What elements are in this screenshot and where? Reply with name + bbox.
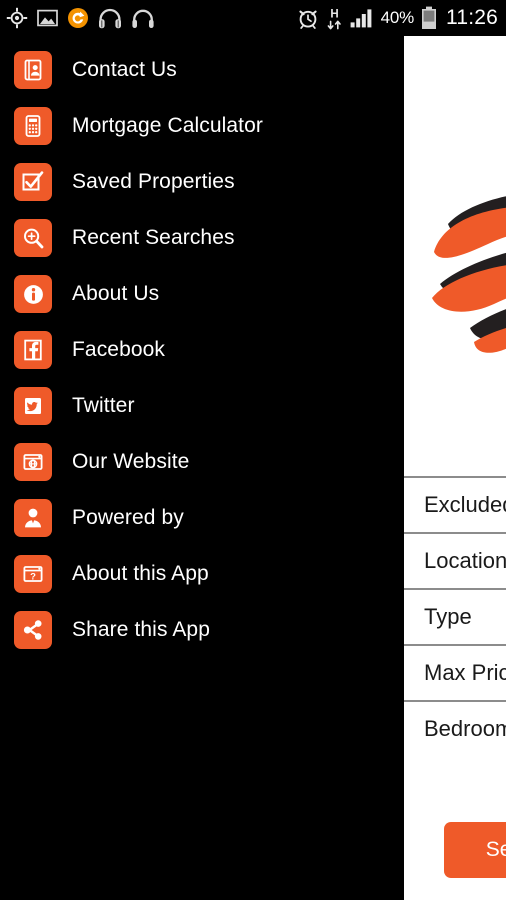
drawer-item-label: Share this App xyxy=(72,618,210,641)
drawer-item-recent-searches[interactable]: Recent Searches xyxy=(0,210,404,266)
form-field-type[interactable]: Type xyxy=(404,588,506,644)
form-field-label: Max Price xyxy=(424,660,506,685)
alarm-clock-icon xyxy=(297,7,319,29)
battery-percent-label: 40% xyxy=(380,8,415,27)
svg-text:H: H xyxy=(330,8,338,20)
clock-label: 11:26 xyxy=(446,6,498,29)
form-field-excluded[interactable]: Excluded xyxy=(404,476,506,532)
form-field-location[interactable]: Location xyxy=(404,532,506,588)
browser-globe-icon xyxy=(14,443,52,481)
battery-icon xyxy=(421,6,437,30)
drawer-item-facebook[interactable]: Facebook xyxy=(0,322,404,378)
form-field-bedrooms[interactable]: Bedrooms xyxy=(404,700,506,756)
form-field-label: Excluded xyxy=(424,492,506,517)
status-bar-left-icons xyxy=(6,7,155,29)
browser-question-icon: ? xyxy=(14,555,52,593)
main-content-panel: Excluded Location Type Max Price Bedroom… xyxy=(404,36,506,900)
drawer-item-share-this-app[interactable]: Share this App xyxy=(0,602,404,658)
drawer-item-label: Saved Properties xyxy=(72,170,235,193)
search-button[interactable]: Search xyxy=(444,822,506,878)
signal-bars-icon xyxy=(350,8,374,28)
drawer-item-about-us[interactable]: About Us xyxy=(0,266,404,322)
form-field-label: Bedrooms xyxy=(424,716,506,741)
person-icon xyxy=(14,499,52,537)
calculator-icon xyxy=(14,107,52,145)
share-nodes-icon xyxy=(14,611,52,649)
drawer-item-contact-us[interactable]: Contact Us xyxy=(0,42,404,98)
drawer-item-label: Facebook xyxy=(72,338,166,361)
status-bar: H 40% 11:26 xyxy=(0,0,506,36)
drawer-item-label: Powered by xyxy=(72,506,184,529)
search-plus-icon xyxy=(14,219,52,257)
drawer-item-about-this-app[interactable]: ? About this App xyxy=(0,546,404,602)
form-field-label: Type xyxy=(424,604,472,629)
drawer-item-label: Twitter xyxy=(72,394,135,417)
headset-icon xyxy=(131,8,155,29)
drawer-item-twitter[interactable]: Twitter xyxy=(0,378,404,434)
navigation-drawer: Contact Us Mortgage Calculator Saved Pro… xyxy=(0,36,404,900)
drawer-item-mortgage-calculator[interactable]: Mortgage Calculator xyxy=(0,98,404,154)
gps-location-icon xyxy=(6,7,28,29)
svg-text:?: ? xyxy=(30,571,36,582)
contact-card-icon xyxy=(14,51,52,89)
form-field-label: Location xyxy=(424,548,506,573)
drawer-item-label: Our Website xyxy=(72,450,190,473)
form-field-max-price[interactable]: Max Price xyxy=(404,644,506,700)
drawer-item-powered-by[interactable]: Powered by xyxy=(0,490,404,546)
checkbox-check-icon xyxy=(14,163,52,201)
facebook-icon xyxy=(14,331,52,369)
drawer-item-label: Mortgage Calculator xyxy=(72,114,263,137)
info-circle-icon xyxy=(14,275,52,313)
drawer-item-label: Contact Us xyxy=(72,58,177,81)
drawer-item-saved-properties[interactable]: Saved Properties xyxy=(0,154,404,210)
status-bar-right-icons: H 40% 11:26 xyxy=(297,6,498,30)
drawer-item-our-website[interactable]: Our Website xyxy=(0,434,404,490)
drawer-item-label: Recent Searches xyxy=(72,226,235,249)
globe-sphere-logo xyxy=(418,166,506,356)
drawer-item-label: About this App xyxy=(72,562,209,585)
twitter-bird-icon xyxy=(14,387,52,425)
sync-circle-icon xyxy=(67,7,89,29)
hspa-data-icon: H xyxy=(326,6,343,30)
image-photo-icon xyxy=(37,9,58,27)
headphones-icon xyxy=(98,8,122,29)
drawer-item-label: About Us xyxy=(72,282,160,305)
search-form: Excluded Location Type Max Price Bedroom… xyxy=(404,476,506,878)
